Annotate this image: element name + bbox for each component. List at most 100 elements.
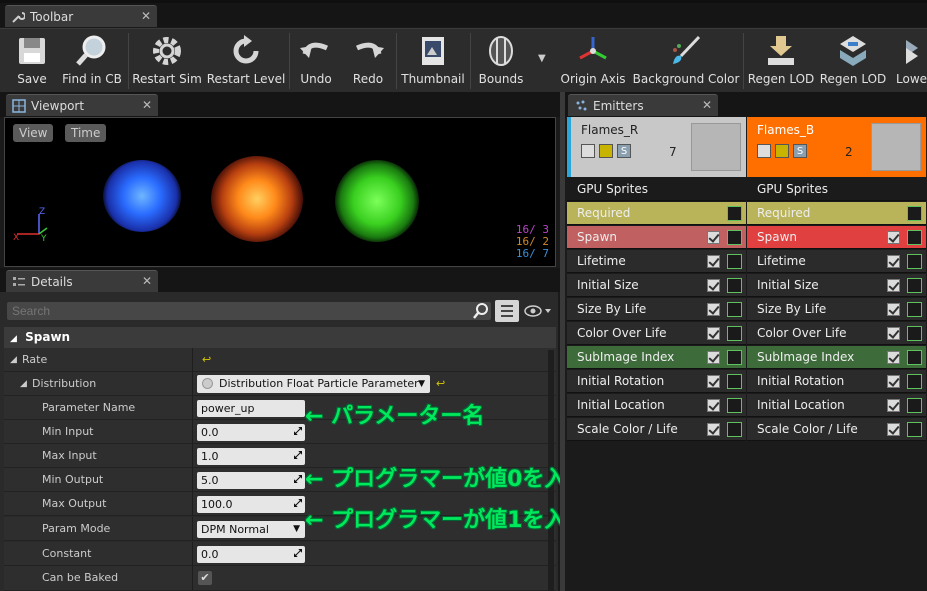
can-be-baked-checkbox[interactable]: ✔	[198, 571, 212, 585]
curve-icon[interactable]	[907, 422, 922, 437]
module-color-over-life[interactable]: Color Over Life	[747, 322, 926, 345]
module-initial-rotation[interactable]: Initial Rotation	[747, 370, 926, 393]
spawn-section-header[interactable]: ◢ Spawn	[4, 327, 556, 348]
curve-icon[interactable]	[727, 422, 742, 437]
param-mode-dropdown[interactable]: DPM Normal ▼	[197, 521, 305, 538]
close-icon[interactable]: ✕	[141, 9, 151, 23]
constant-field[interactable]: 0.0	[197, 546, 305, 563]
view-button[interactable]: View	[13, 124, 54, 142]
module-initial-location[interactable]: Initial Location	[567, 394, 746, 417]
module-gpu-sprites[interactable]: GPU Sprites	[747, 178, 926, 201]
module-initial-location[interactable]: Initial Location	[747, 394, 926, 417]
emitter-header[interactable]: Flames_R S 7	[567, 117, 746, 177]
module-lifetime[interactable]: Lifetime	[567, 250, 746, 273]
regen-lod-button[interactable]: Regen LOD	[748, 29, 814, 93]
enable-checkbox[interactable]	[707, 303, 720, 316]
enable-checkbox-icon[interactable]	[581, 144, 595, 158]
curve-icon[interactable]	[727, 326, 742, 341]
enable-checkbox-icon[interactable]	[757, 144, 771, 158]
emitters-tab[interactable]: Emitters ✕	[568, 94, 718, 116]
enable-checkbox[interactable]	[887, 399, 900, 412]
curve-icon[interactable]	[727, 350, 742, 365]
restart-level-button[interactable]: Restart Level	[207, 29, 285, 93]
expand-triangle-icon[interactable]: ◢	[20, 372, 27, 396]
emitter-header[interactable]: Flames_B S 2	[747, 117, 926, 177]
solo-icon[interactable]	[775, 144, 789, 158]
module-spawn[interactable]: Spawn	[567, 226, 746, 249]
curve-icon[interactable]	[907, 206, 922, 221]
enable-checkbox[interactable]	[707, 279, 720, 292]
redo-button[interactable]: Redo	[346, 29, 390, 93]
max-input-field[interactable]: 1.0	[197, 448, 305, 465]
curve-icon[interactable]	[907, 398, 922, 413]
enable-checkbox[interactable]	[887, 351, 900, 364]
curve-icon[interactable]	[907, 374, 922, 389]
module-lifetime[interactable]: Lifetime	[747, 250, 926, 273]
bounds-dropdown-chevron-icon[interactable]: ▼	[538, 53, 546, 64]
viewport-tab[interactable]: Viewport ✕	[6, 94, 158, 116]
bounds-button[interactable]: Bounds	[474, 29, 528, 93]
close-icon[interactable]: ✕	[142, 274, 152, 288]
s-mode-icon[interactable]: S	[793, 144, 807, 158]
curve-icon[interactable]	[727, 254, 742, 269]
view-options-grid-icon[interactable]	[495, 300, 519, 322]
enable-checkbox[interactable]	[887, 231, 900, 244]
enable-checkbox[interactable]	[887, 423, 900, 436]
enable-checkbox[interactable]	[887, 255, 900, 268]
module-initial-size[interactable]: Initial Size	[747, 274, 926, 297]
eye-icon[interactable]	[523, 302, 553, 320]
enable-checkbox[interactable]	[707, 231, 720, 244]
details-search-input[interactable]	[7, 302, 491, 320]
thumbnail-button[interactable]: Thumbnail	[400, 29, 466, 93]
min-input-field[interactable]: 0.0	[197, 424, 305, 441]
curve-icon[interactable]	[907, 278, 922, 293]
time-button[interactable]: Time	[65, 124, 107, 142]
module-scale-color-life[interactable]: Scale Color / Life	[567, 418, 746, 441]
s-mode-icon[interactable]: S	[617, 144, 631, 158]
curve-icon[interactable]	[907, 254, 922, 269]
save-button[interactable]: Save	[8, 29, 56, 93]
module-gpu-sprites[interactable]: GPU Sprites	[567, 178, 746, 201]
module-required[interactable]: Required	[747, 202, 926, 225]
max-output-field[interactable]: 100.0	[197, 496, 305, 513]
enable-checkbox[interactable]	[887, 327, 900, 340]
curve-icon[interactable]	[727, 398, 742, 413]
background-color-button[interactable]: Background Color	[633, 29, 739, 93]
module-size-by-life[interactable]: Size By Life	[567, 298, 746, 321]
reset-arrow-icon[interactable]: ↩	[436, 377, 445, 390]
enable-checkbox[interactable]	[887, 279, 900, 292]
toolbar-tab[interactable]: Toolbar ✕	[5, 5, 157, 27]
undo-button[interactable]: Undo	[294, 29, 338, 93]
module-subimage-index[interactable]: SubImage Index	[567, 346, 746, 369]
curve-icon[interactable]	[727, 230, 742, 245]
enable-checkbox[interactable]	[707, 351, 720, 364]
curve-icon[interactable]	[727, 302, 742, 317]
enable-checkbox[interactable]	[707, 327, 720, 340]
curve-icon[interactable]	[907, 230, 922, 245]
solo-icon[interactable]	[599, 144, 613, 158]
close-icon[interactable]: ✕	[702, 98, 712, 112]
details-tab[interactable]: Details ✕	[6, 270, 158, 292]
curve-icon[interactable]	[727, 374, 742, 389]
module-spawn[interactable]: Spawn	[747, 226, 926, 249]
enable-checkbox[interactable]	[887, 375, 900, 388]
enable-checkbox[interactable]	[887, 303, 900, 316]
search-icon[interactable]	[472, 302, 490, 320]
curve-icon[interactable]	[907, 326, 922, 341]
enable-checkbox[interactable]	[707, 399, 720, 412]
curve-icon[interactable]	[907, 350, 922, 365]
expand-triangle-icon[interactable]: ◢	[10, 348, 17, 372]
module-subimage-index[interactable]: SubImage Index	[747, 346, 926, 369]
min-output-field[interactable]: 5.0	[197, 472, 305, 489]
regen-lod-all-button[interactable]: Regen LOD	[820, 29, 886, 93]
module-scale-color-life[interactable]: Scale Color / Life	[747, 418, 926, 441]
lower-lod-button[interactable]: Lowe	[892, 29, 927, 93]
enable-checkbox[interactable]	[707, 375, 720, 388]
enable-checkbox[interactable]	[707, 255, 720, 268]
distribution-dropdown[interactable]: Distribution Float Particle Parameter ▼	[197, 375, 430, 393]
enable-checkbox[interactable]	[707, 423, 720, 436]
viewport[interactable]: View Time Z X Y 16/ 3 16/ 2 16/ 7	[4, 117, 556, 267]
module-color-over-life[interactable]: Color Over Life	[567, 322, 746, 345]
module-initial-rotation[interactable]: Initial Rotation	[567, 370, 746, 393]
reset-arrow-icon[interactable]: ↩	[202, 353, 211, 366]
